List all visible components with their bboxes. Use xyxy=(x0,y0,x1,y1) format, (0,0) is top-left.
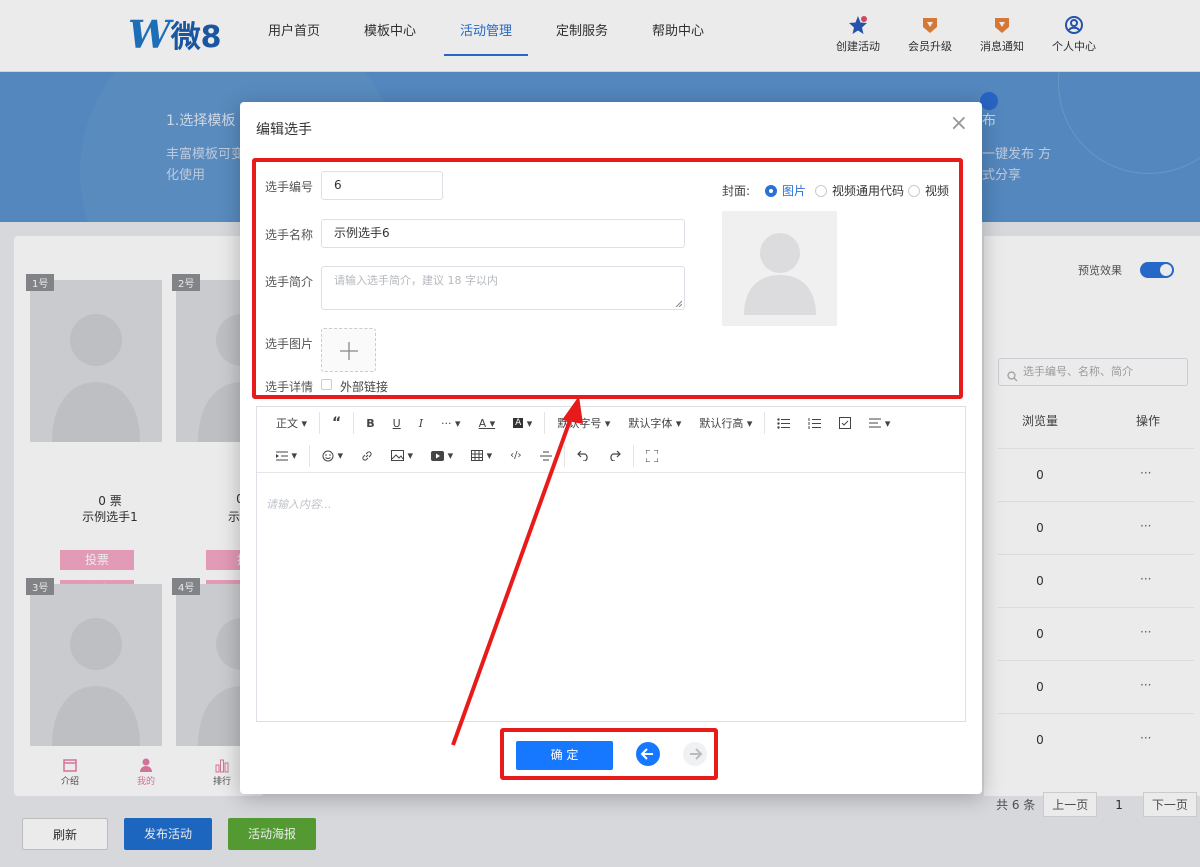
font-color-icon[interactable]: A ▾ xyxy=(470,417,505,430)
font-family-dropdown[interactable]: 默认字体 ▾ xyxy=(619,415,690,431)
undo-icon[interactable] xyxy=(568,450,599,461)
italic-icon[interactable]: I xyxy=(410,417,432,430)
align-dropdown-icon[interactable]: ▾ xyxy=(860,417,899,430)
fullscreen-icon[interactable] xyxy=(637,449,667,462)
line-height-dropdown[interactable]: 默认行高 ▾ xyxy=(690,415,761,431)
editor-toolbar-row2: ▾ ▾ ▾ ▾ ▾ ‹/› xyxy=(257,439,965,473)
toolbar-divider xyxy=(309,444,311,467)
toolbar-divider xyxy=(353,412,355,434)
link-icon[interactable] xyxy=(352,450,382,462)
code-icon[interactable]: ‹/› xyxy=(501,450,530,461)
editor-toolbar-row1: 正文 ▾ “ B U I ··· ▾ A ▾ A ▾ 默认字号 ▾ 默认字体 ▾… xyxy=(257,407,965,439)
background-color-icon[interactable]: A ▾ xyxy=(504,417,541,430)
todo-checkbox-icon[interactable] xyxy=(830,417,860,429)
toolbar-divider xyxy=(319,412,321,434)
indent-dropdown-icon[interactable]: ▾ xyxy=(267,449,306,462)
annotation-box-form xyxy=(252,158,963,399)
image-insert-icon[interactable]: ▾ xyxy=(382,449,422,462)
underline-icon[interactable]: U xyxy=(384,417,410,430)
bullet-list-icon[interactable] xyxy=(768,417,799,429)
editor-placeholder[interactable]: 请输入内容... xyxy=(266,496,332,512)
close-icon[interactable]: × xyxy=(950,113,968,135)
redo-icon[interactable] xyxy=(599,450,630,461)
annotation-box-buttons xyxy=(500,728,718,780)
dialog-title: 编辑选手 xyxy=(256,122,312,138)
toolbar-divider xyxy=(563,444,565,467)
quote-icon[interactable]: “ xyxy=(323,415,350,431)
table-insert-icon[interactable]: ▾ xyxy=(462,449,501,462)
bold-icon[interactable]: B xyxy=(357,417,383,430)
toolbar-divider xyxy=(544,412,546,434)
divider-line-icon[interactable] xyxy=(531,451,561,461)
toolbar-divider xyxy=(632,444,634,467)
more-styles-dropdown[interactable]: ··· ▾ xyxy=(432,417,470,430)
numbered-list-icon[interactable] xyxy=(799,417,830,429)
paragraph-style-dropdown[interactable]: 正文 ▾ xyxy=(267,415,316,431)
font-size-dropdown[interactable]: 默认字号 ▾ xyxy=(548,415,619,431)
toolbar-divider xyxy=(764,412,766,434)
emoji-icon[interactable]: ▾ xyxy=(313,449,352,462)
rich-text-editor: 正文 ▾ “ B U I ··· ▾ A ▾ A ▾ 默认字号 ▾ 默认字体 ▾… xyxy=(256,406,966,722)
video-insert-icon[interactable]: ▾ xyxy=(422,449,462,462)
